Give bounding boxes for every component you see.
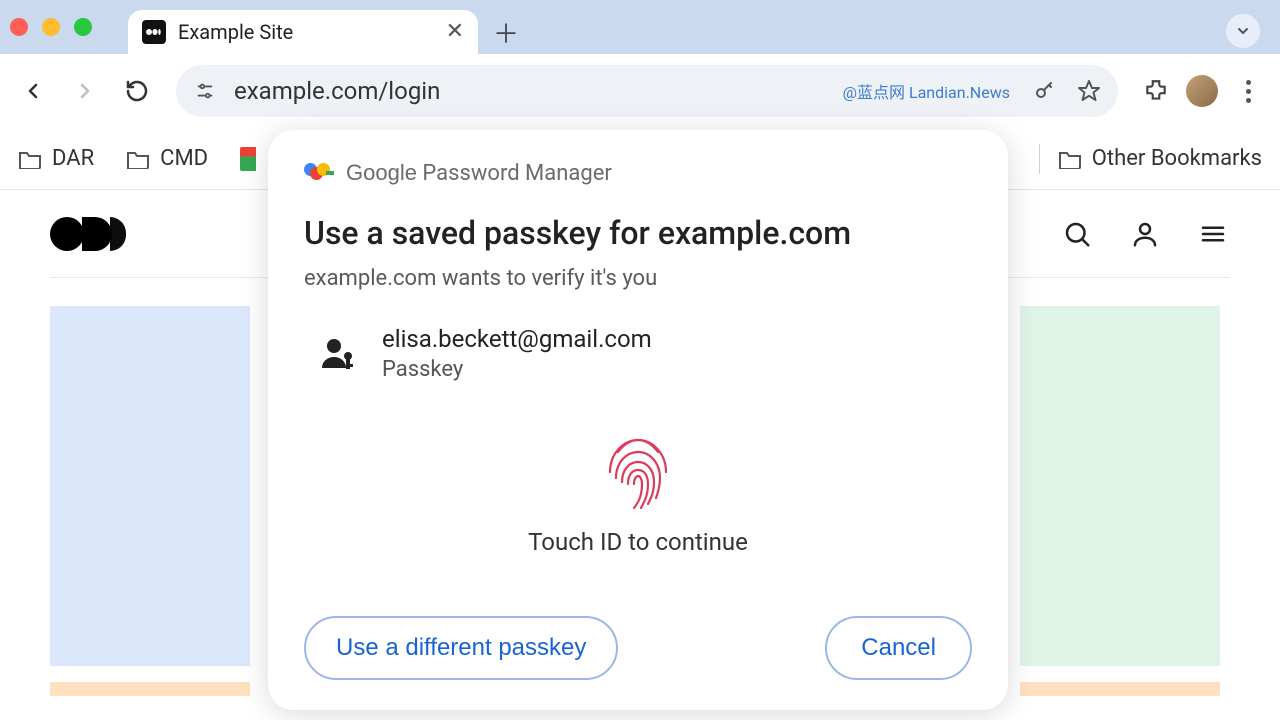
- search-icon[interactable]: [1060, 217, 1094, 251]
- touchid-prompt: Touch ID to continue: [528, 528, 748, 556]
- other-bookmarks-label: Other Bookmarks: [1092, 146, 1262, 171]
- window-close-button[interactable]: [10, 18, 28, 36]
- touchid-block: Touch ID to continue: [304, 422, 972, 556]
- fingerprint-icon: [596, 422, 680, 512]
- forward-button[interactable]: [64, 70, 106, 112]
- site-logo[interactable]: [50, 217, 126, 251]
- window-controls: [10, 18, 92, 36]
- cancel-button[interactable]: Cancel: [825, 616, 972, 680]
- google-password-manager-icon: [304, 163, 332, 183]
- passkey-account-row[interactable]: elisa.beckett@gmail.com Passkey: [304, 325, 972, 382]
- new-tab-button[interactable]: ＋: [490, 16, 522, 48]
- account-icon[interactable]: [1128, 217, 1162, 251]
- folder-icon: [126, 149, 150, 169]
- tabs-dropdown-button[interactable]: [1226, 14, 1260, 48]
- close-tab-icon[interactable]: ✕: [446, 21, 464, 43]
- profile-avatar[interactable]: [1186, 75, 1218, 107]
- google-logo-text: Google: [346, 160, 417, 185]
- dialog-subtitle: example.com wants to verify it's you: [304, 266, 972, 291]
- dialog-title: Use a saved passkey for example.com: [304, 214, 972, 252]
- account-type: Passkey: [382, 357, 652, 382]
- extensions-icon[interactable]: [1136, 71, 1176, 111]
- bookmark-icon-stub[interactable]: [240, 147, 256, 171]
- back-button[interactable]: [12, 70, 54, 112]
- passkey-dialog: Google Password Manager Use a saved pass…: [268, 130, 1008, 710]
- reload-button[interactable]: [116, 70, 158, 112]
- content-block: [1020, 306, 1220, 666]
- window-zoom-button[interactable]: [74, 18, 92, 36]
- content-block: [50, 306, 250, 666]
- bookmark-label: CMD: [160, 146, 208, 171]
- bookmark-label: DAR: [52, 146, 94, 171]
- address-bar[interactable]: example.com/login @蓝点网 Landian.News: [176, 65, 1118, 117]
- window-minimize-button[interactable]: [42, 18, 60, 36]
- tab-strip: Example Site ✕ ＋: [0, 0, 1280, 54]
- bookmark-folder-dar[interactable]: DAR: [18, 146, 94, 171]
- hamburger-menu-icon[interactable]: [1196, 217, 1230, 251]
- tab-favicon: [142, 20, 166, 44]
- site-settings-icon[interactable]: [190, 76, 220, 106]
- bookmark-folder-cmd[interactable]: CMD: [126, 146, 208, 171]
- dialog-header: Google Password Manager: [304, 160, 972, 186]
- url-text: example.com/login: [234, 77, 829, 105]
- content-block: [50, 682, 250, 696]
- password-manager-label: Password Manager: [422, 161, 611, 186]
- folder-icon: [18, 149, 42, 169]
- browser-menu-button[interactable]: [1228, 71, 1268, 111]
- tab-title: Example Site: [178, 20, 434, 44]
- folder-icon: [1058, 149, 1082, 169]
- bookmark-star-icon[interactable]: [1074, 76, 1104, 106]
- passkey-user-icon: [318, 334, 358, 374]
- watermark-text: @蓝点网 Landian.News: [843, 79, 1010, 103]
- other-bookmarks[interactable]: Other Bookmarks: [1058, 146, 1262, 171]
- content-block: [1020, 682, 1220, 696]
- dialog-button-row: Use a different passkey Cancel: [304, 606, 972, 680]
- use-different-passkey-button[interactable]: Use a different passkey: [304, 616, 618, 680]
- browser-toolbar: example.com/login @蓝点网 Landian.News: [0, 54, 1280, 128]
- browser-tab[interactable]: Example Site ✕: [128, 10, 478, 54]
- password-key-icon[interactable]: [1030, 76, 1060, 106]
- dialog-brand: Google Password Manager: [346, 160, 612, 186]
- account-email: elisa.beckett@gmail.com: [382, 325, 652, 353]
- divider: [1039, 144, 1040, 174]
